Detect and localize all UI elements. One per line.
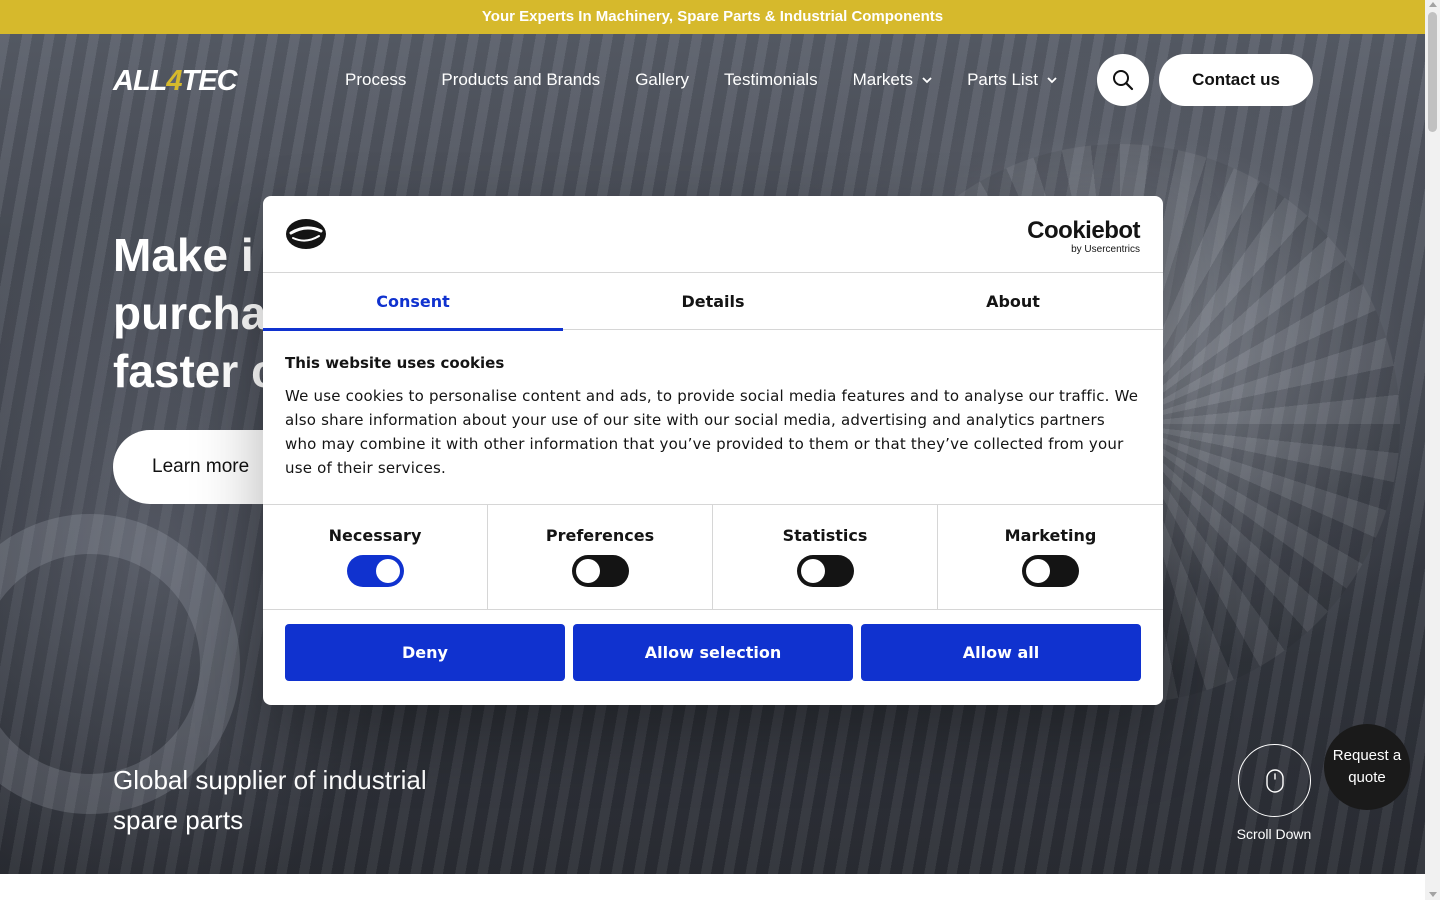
toggle-cell-statistics: Statistics	[713, 505, 938, 609]
cookiebot-brand[interactable]: Cookiebot by Usercentrics	[1027, 218, 1140, 256]
cookiebot-brand-name: Cookiebot	[1027, 217, 1140, 244]
nav-item-label: Parts List	[967, 70, 1038, 89]
toggle-label: Necessary	[328, 526, 422, 545]
search-icon	[1113, 70, 1134, 91]
toggle-label: Marketing	[1004, 526, 1097, 545]
marketing-toggle[interactable]	[1022, 555, 1079, 587]
statistics-toggle[interactable]	[796, 555, 854, 587]
dialog-body: This website uses cookies We use cookies…	[285, 354, 1141, 480]
cookiebot-brand-by: by Usercentrics	[1071, 244, 1140, 255]
dialog-description: We use cookies to personalise content an…	[285, 387, 1139, 477]
announcement-text: Your Experts In Machinery, Spare Parts &…	[481, 8, 944, 25]
brand-logo[interactable]: ALL4TEC	[113, 65, 238, 97]
dialog-title: This website uses cookies	[285, 354, 505, 372]
tab-about[interactable]: About	[863, 273, 1163, 330]
toggle-cell-necessary: Necessary	[263, 505, 488, 609]
tab-consent[interactable]: Consent	[263, 273, 563, 331]
scroll-down-label: Scroll Down	[1236, 826, 1312, 842]
toggle-label: Statistics	[782, 526, 868, 545]
dialog-header: Cookiebot by Usercentrics	[263, 196, 1163, 273]
hero-subline: Global supplier of industrial spare part…	[113, 765, 427, 835]
consent-toggles: Necessary Preferences Statistics Marketi…	[263, 504, 1163, 610]
scroll-down-arrow-icon[interactable]	[1429, 892, 1437, 897]
necessary-toggle[interactable]	[346, 555, 404, 587]
cookie-logo-icon	[286, 219, 326, 249]
scrollbar-thumb[interactable]	[1428, 12, 1437, 132]
tab-details[interactable]: Details	[563, 273, 863, 330]
announcement-bar: Your Experts In Machinery, Spare Parts &…	[0, 0, 1425, 34]
nav-item-label: Gallery	[635, 70, 690, 89]
deny-button[interactable]: Deny	[285, 624, 565, 681]
page-scrollbar[interactable]	[1425, 0, 1440, 900]
logo-text-left: ALL	[113, 65, 167, 97]
toggle-cell-preferences: Preferences	[488, 505, 713, 609]
toggle-knob	[800, 559, 825, 583]
toggle-label: Preferences	[545, 526, 655, 545]
dialog-tabs: Consent Details About	[263, 273, 1163, 331]
preferences-toggle[interactable]	[571, 555, 629, 587]
chevron-down-icon	[1047, 77, 1057, 84]
toggle-cell-marketing: Marketing	[938, 505, 1163, 609]
toggle-knob	[575, 559, 600, 583]
logo-text-accent: 4	[166, 65, 182, 97]
nav-item-gallery[interactable]: Gallery	[635, 70, 689, 90]
cookie-consent-dialog: Cookiebot by Usercentrics Consent Detail…	[263, 196, 1163, 705]
request-quote-label: Request a quote	[1332, 747, 1402, 786]
search-button[interactable]	[1097, 54, 1149, 106]
nav-item-label: Markets	[852, 70, 914, 89]
scroll-down-button[interactable]	[1238, 744, 1311, 817]
nav-item-markets[interactable]: Markets	[853, 70, 932, 90]
main-nav: Process Products and Brands Gallery Test…	[345, 54, 1092, 106]
allow-selection-button[interactable]: Allow selection	[573, 624, 853, 681]
toggle-knob	[375, 559, 400, 583]
allow-all-button[interactable]: Allow all	[861, 624, 1141, 681]
nav-item-products-and-brands[interactable]: Products and Brands	[441, 70, 600, 90]
request-quote-button[interactable]: Request a quote	[1324, 724, 1410, 810]
learn-more-label: Learn more	[152, 456, 250, 477]
scroll-up-arrow-icon[interactable]	[1429, 2, 1437, 7]
dialog-actions: Deny Allow selection Allow all	[285, 624, 1141, 681]
contact-us-button[interactable]: Contact us	[1159, 54, 1313, 106]
nav-item-label: Testimonials	[724, 70, 818, 89]
nav-item-process[interactable]: Process	[345, 70, 406, 90]
chevron-down-icon	[922, 77, 932, 84]
nav-item-parts-list[interactable]: Parts List	[967, 70, 1057, 90]
nav-item-label: Process	[345, 70, 407, 89]
toggle-knob	[1026, 559, 1050, 583]
mouse-icon	[1265, 768, 1284, 793]
nav-item-testimonials[interactable]: Testimonials	[724, 70, 818, 90]
nav-item-label: Products and Brands	[441, 70, 601, 89]
logo-text-right: TEC	[181, 65, 238, 97]
